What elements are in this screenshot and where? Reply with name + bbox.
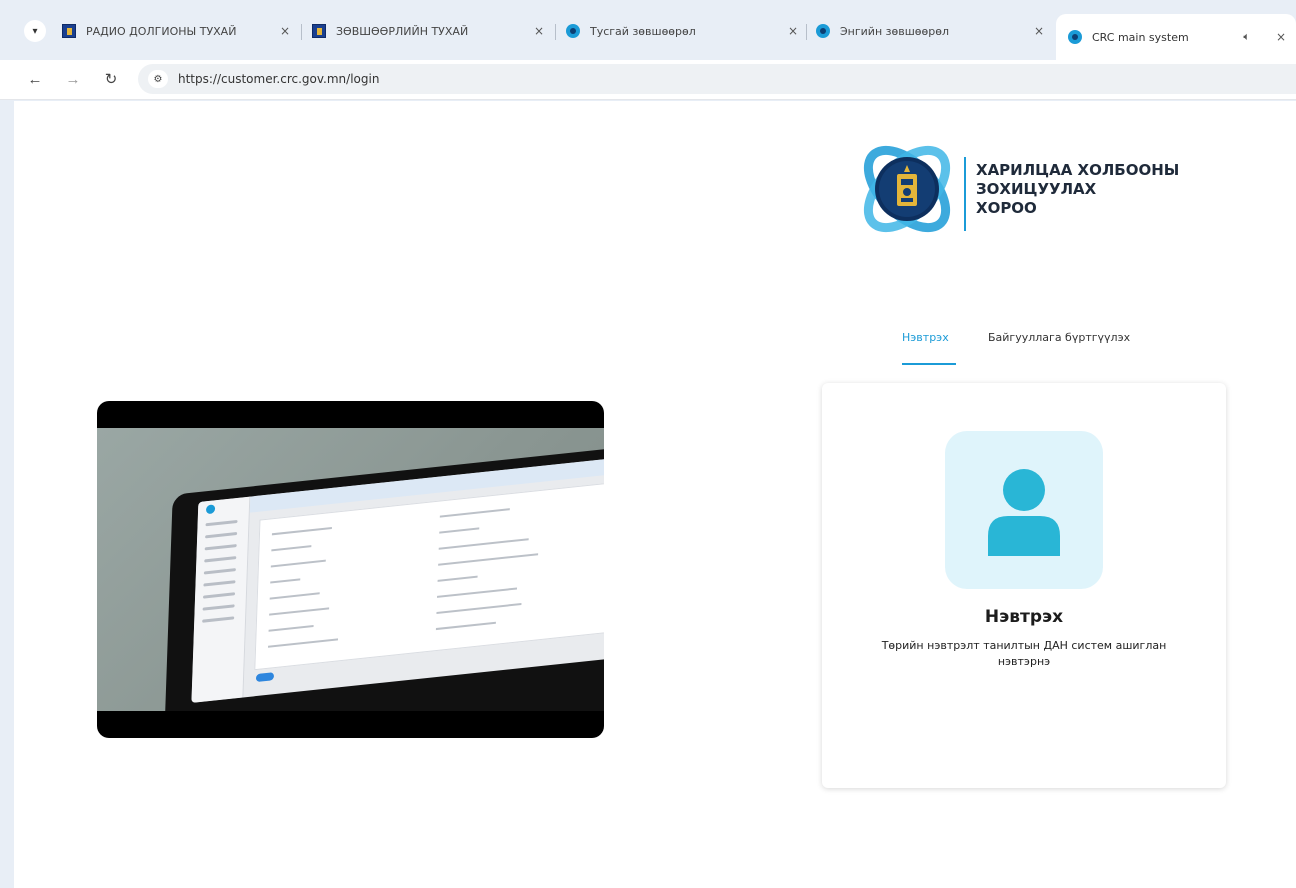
page-content: ХАРИЛЦАА ХОЛБООНЫ ЗОХИЦУУЛАХ ХОРОО Нэвтр… bbox=[14, 101, 1296, 888]
tab-separator bbox=[806, 24, 807, 40]
tab-register-organization[interactable]: Байгууллага бүртгүүлэх bbox=[988, 331, 1130, 344]
browser-tab-radio[interactable]: РАДИО ДОЛГИОНЫ ТУХАЙ × bbox=[62, 14, 298, 48]
browser-tab-strip: ▾ РАДИО ДОЛГИОНЫ ТУХАЙ × ЗӨВШӨӨРЛИЙН ТУХ… bbox=[0, 0, 1296, 60]
close-icon[interactable]: × bbox=[788, 24, 798, 38]
crc-icon bbox=[566, 24, 580, 38]
org-name-line: ЗОХИЦУУЛАХ bbox=[976, 180, 1097, 198]
close-icon[interactable]: × bbox=[1034, 24, 1044, 38]
site-settings-icon[interactable]: ⚙ bbox=[148, 70, 168, 88]
mock-logo-icon bbox=[205, 504, 216, 515]
tab-title: Тусгай зөвшөөрөл bbox=[590, 24, 696, 38]
url-text: https://customer.crc.gov.mn/login bbox=[178, 72, 380, 86]
video-frame bbox=[97, 428, 604, 711]
user-icon bbox=[988, 469, 1060, 556]
browser-toolbar: ← → ↻ ⚙ https://customer.crc.gov.mn/logi… bbox=[0, 60, 1296, 100]
monitor-illustration bbox=[161, 439, 604, 711]
crc-icon bbox=[1068, 30, 1082, 44]
intro-video[interactable] bbox=[97, 401, 604, 738]
crc-emblem-icon bbox=[863, 145, 951, 233]
reload-icon[interactable]: ↻ bbox=[100, 68, 122, 90]
org-name-line: ХОРОО bbox=[976, 199, 1037, 217]
login-card-description: Төрийн нэвтрэлт танилтын ДАН систем ашиг… bbox=[881, 639, 1167, 668]
login-card-title: Нэвтрэх bbox=[984, 607, 1064, 627]
user-avatar[interactable] bbox=[945, 431, 1103, 589]
close-icon[interactable]: × bbox=[280, 24, 290, 38]
crc-icon bbox=[816, 24, 830, 38]
crc-logo bbox=[852, 134, 962, 244]
address-bar[interactable]: ⚙ https://customer.crc.gov.mn/login bbox=[138, 64, 1296, 94]
flag-icon bbox=[312, 24, 326, 38]
mock-button bbox=[255, 672, 275, 683]
tab-title: CRC main system bbox=[1092, 30, 1189, 44]
tab-title: РАДИО ДОЛГИОНЫ ТУХАЙ bbox=[86, 24, 237, 38]
browser-tab-permit[interactable]: ЗӨВШӨӨРЛИЙН ТУХАЙ × bbox=[312, 14, 552, 48]
login-tabs: Нэвтрэх Байгууллага бүртгүүлэх bbox=[888, 331, 1188, 371]
logo-divider bbox=[964, 157, 966, 231]
organization-name: ХАРИЛЦАА ХОЛБООНЫ ЗОХИЦУУЛАХ ХОРОО bbox=[976, 161, 1179, 218]
mock-sidebar bbox=[191, 496, 251, 703]
org-name-line: ХАРИЛЦАА ХОЛБООНЫ bbox=[976, 161, 1180, 179]
tab-separator bbox=[301, 24, 302, 40]
active-tab-indicator bbox=[902, 363, 956, 365]
browser-tab-crc-main[interactable]: CRC main system 🔈︎ × bbox=[1056, 14, 1296, 60]
tab-login[interactable]: Нэвтрэх bbox=[902, 331, 949, 344]
dan-login-card[interactable]: Нэвтрэх Төрийн нэвтрэлт танилтын ДАН сис… bbox=[822, 383, 1226, 788]
tab-title: Энгийн зөвшөөрөл bbox=[840, 24, 949, 38]
tab-title: ЗӨВШӨӨРЛИЙН ТУХАЙ bbox=[336, 24, 469, 38]
browser-tab-special-permit[interactable]: Тусгай зөвшөөрөл × bbox=[566, 14, 806, 48]
tab-search-icon[interactable]: ▾ bbox=[24, 20, 46, 42]
close-icon[interactable]: × bbox=[1276, 30, 1286, 44]
speaker-icon[interactable]: 🔈︎ bbox=[1243, 30, 1250, 44]
close-icon[interactable]: × bbox=[534, 24, 544, 38]
browser-tab-simple-permit[interactable]: Энгийн зөвшөөрөл × bbox=[816, 14, 1052, 48]
back-arrow-icon[interactable]: ← bbox=[24, 68, 46, 90]
flag-icon bbox=[62, 24, 76, 38]
screen-illustration bbox=[191, 451, 604, 703]
tab-separator bbox=[555, 24, 556, 40]
forward-arrow-icon[interactable]: → bbox=[62, 68, 84, 90]
